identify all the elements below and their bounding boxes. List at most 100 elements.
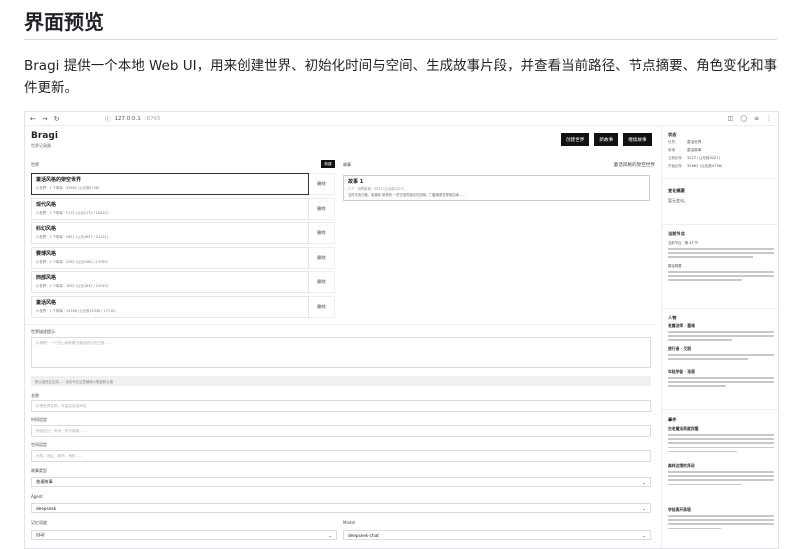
back-icon[interactable]: ← (30, 115, 36, 123)
status-sidebar: 状态 世界 童话世界 故事 童话故事 当前纪年 3227 (公元前3227) 开始纪年… (661, 126, 778, 548)
character-name: 老魔法师 · 塞维 (668, 323, 695, 328)
memory-label: 记忆深度 (31, 520, 47, 525)
create-world-button[interactable]: 创建世界 (561, 133, 590, 146)
event-text (668, 471, 774, 488)
agent-select[interactable]: deepseek ⌄ (31, 503, 651, 513)
time-label: 时间设定 (31, 417, 47, 422)
memory-select[interactable]: 自动 ⌄ (31, 530, 337, 540)
world-item[interactable]: 童话风格的架空世界小世界 · 1 个故事 · 32662 (公元前4756) 删… (31, 173, 335, 198)
status-value: 童话故事 (687, 148, 702, 152)
current-world-name: 童话风格的架空世界 (613, 163, 655, 168)
prompt-textarea[interactable]: 示例提：一个在山间有着与魔法成长的王国…… (31, 337, 651, 368)
event-text (668, 515, 774, 532)
event-title: 学徒离开高塔 (668, 507, 691, 512)
url-port: :8765 (144, 116, 161, 122)
change-title: 变化摘要 (668, 188, 685, 193)
delete-world-button[interactable]: 删除 (309, 197, 335, 220)
new-world-button[interactable]: 新建 (321, 160, 335, 168)
status-value: 32662 (公元前4756) (687, 164, 723, 168)
character-notes (668, 331, 774, 344)
world-meta: 小世界 · 1 个故事 · 32662 (公元前4756) (36, 186, 100, 190)
world-meta: 小世界 · 1 个故事 · 1832 (公元1832 / 24743) (36, 284, 108, 288)
genre-select[interactable]: 普通故事 ⌄ (31, 477, 651, 487)
node-summary-text (668, 248, 774, 261)
ui-preview-screenshot: ← → ↻ ⓘ 127.0.0.1:8765 ◫ ◯ ≡ ⋮ Bragi 世界记… (24, 111, 779, 549)
app-title: Bragi (31, 131, 58, 141)
forward-icon[interactable]: → (42, 115, 48, 123)
heading-divider (24, 39, 777, 40)
status-row: 故事 童话故事 (668, 148, 701, 153)
reload-icon[interactable]: ↻ (54, 115, 60, 123)
sidebar-divider (662, 178, 778, 179)
status-key: 当前纪年 (668, 156, 683, 160)
world-meta: 小世界 · 1 个故事 · 2172 (公元2172 / 18220) (36, 210, 108, 215)
world-name: 童话风格的架空世界 (36, 177, 82, 183)
form-divider (25, 324, 655, 325)
delete-world-button[interactable]: 删除 (309, 271, 335, 293)
section-heading: 界面预览 (24, 10, 104, 34)
browser-toolbar: ← → ↻ ⓘ 127.0.0.1:8765 ◫ ◯ ≡ ⋮ (25, 112, 778, 126)
story-title: 故事 1 (348, 179, 364, 185)
story-meta: 1 个 · 世界故事 · 3227 (公元前3227) (348, 187, 405, 191)
world-item[interactable]: 西部风格 小世界 · 1 个故事 · 1832 (公元1832 / 24743) … (31, 271, 335, 296)
delete-world-button[interactable]: 删除 (309, 295, 335, 318)
world-name: 科幻风格 (36, 226, 57, 232)
address-bar[interactable]: ⓘ 127.0.0.1:8765 (105, 115, 665, 123)
agent-value: deepseek (36, 505, 57, 511)
menu-icon[interactable]: ≡ (754, 115, 759, 122)
path-summary-text (668, 271, 774, 284)
world-name: 童话风格 (36, 299, 57, 306)
status-key: 开始纪年 (668, 164, 683, 168)
character-notes (668, 354, 774, 362)
status-key: 世界 (668, 140, 676, 144)
world-item[interactable]: 现代风格 小世界 · 1 个故事 · 2172 (公元2172 / 18220) … (31, 197, 335, 223)
events-title: 事件 (668, 417, 677, 422)
memory-value: 自动 (36, 532, 45, 537)
shield-icon[interactable]: ◫ (728, 115, 734, 122)
event-text (668, 434, 774, 455)
name-input[interactable]: 示例世界名称，可留空自动命名 (31, 400, 651, 412)
model-value: deepseek-chat (348, 532, 379, 538)
world-meta: 小世界 · 1 个故事 · 15336 (公元前15336 / 17710) (36, 308, 116, 313)
time-input[interactable]: 例如纪元、年份、时代背景…… (31, 425, 651, 437)
new-story-button[interactable]: 新故事 (594, 133, 619, 146)
event-title: 森林边境的异动 (668, 463, 695, 468)
status-value: 3227 (公元前3227) (687, 156, 721, 160)
model-select[interactable]: deepseek-chat ⌄ (343, 530, 651, 540)
genre-value: 普通故事 (36, 479, 53, 484)
genre-label: 故事类型 (31, 468, 47, 473)
change-text: 暂无变化。 (668, 198, 688, 203)
character-notes (668, 377, 774, 390)
world-item[interactable]: 赛博风格 小世界 · 1 个故事 · 2062 (公元2062 / 13759) … (31, 246, 335, 272)
world-name: 现代风格 (36, 201, 57, 208)
node-title: 当前节点 (668, 231, 685, 236)
continue-story-button[interactable]: 继续故事 (623, 133, 652, 146)
world-name: 赛博风格 (36, 250, 57, 257)
story-card[interactable]: 故事 1 1 个 · 世界故事 · 3227 (公元前3227) 当时天色已晚，… (343, 175, 650, 201)
world-item[interactable]: 童话风格小世界 · 1 个故事 · 15336 (公元前15336 / 1771… (31, 295, 335, 321)
delete-world-button[interactable]: 删除 (309, 173, 335, 195)
app-subtitle: 世界记录器 (31, 143, 51, 148)
space-input[interactable]: 大陆、地区、城市、地形…… (31, 450, 651, 462)
profile-icon[interactable]: ◯ (740, 115, 747, 122)
delete-world-button[interactable]: 删除 (309, 246, 335, 269)
world-name: 西部风格 (36, 275, 57, 281)
top-actions: 创建世界 新故事 继续故事 (561, 133, 652, 146)
name-label: 名称 (31, 393, 39, 398)
status-key: 故事 (668, 148, 676, 152)
delete-world-button[interactable]: 删除 (309, 222, 335, 244)
world-meta: 小世界 · 1 个故事 · 2062 (公元2062 / 13759) (36, 259, 108, 264)
world-item[interactable]: 科幻风格 小世界 · 1 个故事 · 2657 (公元2657 / 24122) … (31, 222, 335, 247)
more-icon[interactable]: ⋮ (766, 115, 772, 122)
chevron-down-icon: ⌄ (642, 532, 646, 538)
status-title: 状态 (668, 132, 677, 137)
world-meta: 小世界 · 1 个故事 · 2657 (公元2657 / 24122) (36, 235, 108, 239)
intro-paragraph: Bragi 提供一个本地 Web UI，用来创建世界、初始化时间与空间、生成故事… (24, 58, 778, 96)
story-excerpt: 当时天色已晚，老森林 常常有 一些古老的魔法在回响。门槛像是在呼吸边缘…… (348, 193, 466, 197)
status-row: 当前纪年 3227 (公元前3227) (668, 156, 720, 161)
page-info-icon[interactable]: ⓘ (105, 115, 111, 123)
sidebar-divider (662, 308, 778, 309)
stories-label: 故事 (343, 162, 351, 167)
characters-title: 人物 (668, 315, 677, 320)
prompt-label: 世界描述提示 (31, 329, 55, 334)
